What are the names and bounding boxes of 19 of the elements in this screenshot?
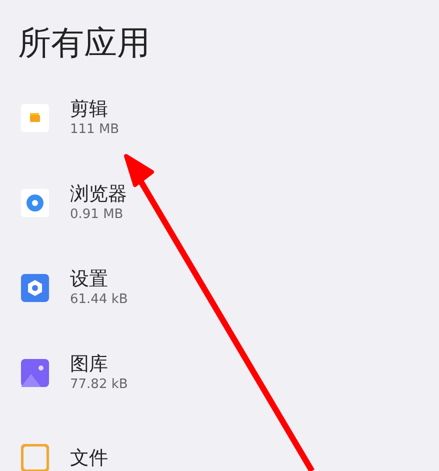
app-size: 77.82 kB bbox=[70, 376, 128, 394]
app-name: 图库 bbox=[70, 352, 109, 376]
app-row[interactable]: 文件 bbox=[0, 415, 439, 471]
image-icon bbox=[21, 358, 49, 386]
page-title: 所有应用 bbox=[17, 22, 151, 64]
app-row[interactable]: 设置 61.44 kB bbox=[0, 245, 439, 330]
app-name: 剪辑 bbox=[70, 96, 109, 120]
settings-icon bbox=[21, 274, 49, 302]
app-size: 61.44 kB bbox=[70, 290, 128, 308]
app-name: 文件 bbox=[70, 446, 108, 470]
app-size: 0.91 MB bbox=[70, 206, 124, 224]
app-name: 浏览器 bbox=[70, 182, 127, 206]
clapperboard-icon bbox=[21, 104, 49, 132]
app-row[interactable]: 图库 77.82 kB bbox=[0, 330, 439, 415]
app-size: 111 MB bbox=[70, 120, 120, 138]
app-row[interactable]: 浏览器 0.91 MB bbox=[0, 160, 439, 245]
app-row[interactable]: 剪辑 111 MB bbox=[0, 75, 439, 160]
app-name: 设置 bbox=[70, 266, 109, 290]
ring-icon bbox=[21, 188, 49, 216]
